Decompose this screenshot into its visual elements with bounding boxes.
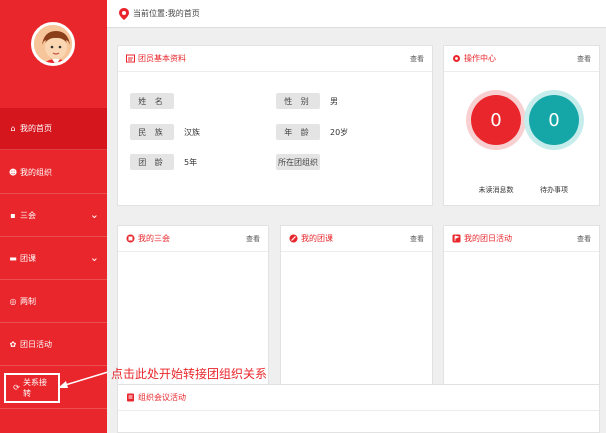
sidebar-item-league-class[interactable]: ▬ 团课 ⌄ bbox=[0, 238, 107, 280]
field-label: 所在团组织 bbox=[276, 154, 320, 170]
three-meetings-panel: 我的三会 查看 bbox=[117, 225, 269, 385]
annotation-arrow-icon bbox=[58, 371, 109, 388]
pencil-icon bbox=[289, 234, 298, 243]
sidebar-item-league-day[interactable]: ✿ 团日活动 bbox=[0, 324, 107, 366]
sidebar-item-label: 关系接转 bbox=[23, 377, 48, 398]
league-class-panel: 我的团课 查看 bbox=[280, 225, 433, 385]
panel-header: 我的团课 查看 bbox=[281, 226, 432, 252]
league-day-panel: 我的团日活动 查看 bbox=[443, 225, 600, 385]
home-icon: ⌂ bbox=[10, 124, 16, 133]
org-meeting-panel: 组织会议活动 bbox=[117, 384, 600, 433]
sidebar: ⌂ 我的首页 ☻ 我的组织 ▪ 三会 ⌄ ▬ 团课 ⌄ ◎ 两制 ✿ 团日活动 … bbox=[0, 0, 107, 433]
panel-title: 团员基本资料 bbox=[138, 54, 186, 63]
sidebar-item-three-meetings[interactable]: ▪ 三会 ⌄ bbox=[0, 195, 107, 237]
panel-header: 操作中心 查看 bbox=[444, 46, 599, 72]
panel-title: 我的三会 bbox=[138, 234, 170, 243]
avatar bbox=[31, 22, 75, 66]
panel-title: 我的团日活动 bbox=[464, 234, 512, 243]
breadcrumb-text: 当前位置:我的首页 bbox=[133, 9, 200, 18]
sidebar-item-label: 三会 bbox=[20, 211, 36, 220]
annotation-text: 点击此处开始转接团组织关系 bbox=[111, 367, 268, 381]
sidebar-item-organization[interactable]: ☻ 我的组织 bbox=[0, 152, 107, 194]
sidebar-item-label: 团日活动 bbox=[20, 340, 52, 349]
field-value: 5年 bbox=[184, 157, 198, 167]
people-icon: ☻ bbox=[8, 168, 18, 177]
target-icon: ◎ bbox=[9, 297, 17, 306]
sidebar-item-home[interactable]: ⌂ 我的首页 bbox=[0, 108, 107, 150]
transfer-highlight-box: ⟳ 关系接转 bbox=[4, 372, 60, 403]
folder-icon: ▬ bbox=[9, 254, 17, 263]
sidebar-item-label: 两制 bbox=[20, 297, 36, 306]
document-icon bbox=[127, 393, 134, 402]
field-label: 年 龄 bbox=[276, 124, 320, 140]
user-avatar-icon bbox=[34, 25, 72, 63]
profile-panel: 团员基本资料 查看 姓 名 性 别 男 民 族 汉族 年 龄 20岁 团 龄 5… bbox=[117, 45, 433, 206]
sidebar-item-label: 团课 bbox=[20, 254, 36, 263]
panel-title: 组织会议活动 bbox=[138, 393, 186, 402]
field-label: 团 龄 bbox=[130, 154, 174, 170]
sidebar-item-label: 我的首页 bbox=[20, 124, 52, 133]
breadcrumb: 当前位置:我的首页 bbox=[107, 0, 606, 28]
panel-title: 我的团课 bbox=[301, 234, 333, 243]
view-more-link[interactable]: 查看 bbox=[410, 54, 424, 64]
age-row: 年 龄 20岁 bbox=[276, 124, 348, 140]
panel-title: 操作中心 bbox=[464, 54, 496, 63]
sidebar-item-label: 我的组织 bbox=[20, 168, 52, 177]
transfer-icon: ⟳ bbox=[13, 383, 20, 392]
ethnicity-row: 民 族 汉族 bbox=[130, 124, 200, 140]
todo-label: 待办事项 bbox=[540, 186, 568, 194]
unread-count-circle[interactable]: 0 bbox=[471, 95, 521, 145]
field-value: 20岁 bbox=[330, 127, 349, 137]
field-label: 性 别 bbox=[276, 93, 320, 109]
operations-panel: 操作中心 查看 0 未读消息数 0 待办事项 bbox=[443, 45, 600, 206]
gear-icon bbox=[453, 55, 460, 62]
name-row: 姓 名 bbox=[130, 93, 184, 109]
sidebar-item-two-systems[interactable]: ◎ 两制 bbox=[0, 281, 107, 323]
view-more-link[interactable]: 查看 bbox=[577, 54, 591, 64]
league-age-row: 团 龄 5年 bbox=[130, 154, 197, 170]
todo-count-circle[interactable]: 0 bbox=[529, 95, 579, 145]
panel-header: 组织会议活动 bbox=[118, 385, 599, 411]
cup-icon bbox=[126, 234, 135, 243]
field-label: 民 族 bbox=[130, 124, 174, 140]
flower-icon: ✿ bbox=[9, 340, 17, 349]
field-value: 汉族 bbox=[184, 127, 200, 137]
organization-row: 所在团组织 bbox=[276, 154, 330, 170]
gender-row: 性 别 男 bbox=[276, 93, 338, 109]
view-more-link[interactable]: 查看 bbox=[410, 234, 424, 244]
chevron-down-icon: ⌄ bbox=[89, 208, 99, 221]
chevron-down-icon: ⌄ bbox=[89, 251, 99, 264]
location-pin-icon bbox=[119, 7, 129, 20]
view-more-link[interactable]: 查看 bbox=[246, 234, 260, 244]
panel-header: 团员基本资料 查看 bbox=[118, 46, 432, 72]
panel-header: 我的三会 查看 bbox=[118, 226, 268, 252]
field-label: 姓 名 bbox=[130, 93, 174, 109]
view-more-link[interactable]: 查看 bbox=[577, 234, 591, 244]
flag-icon bbox=[452, 234, 461, 243]
clipboard-icon: ▪ bbox=[10, 211, 16, 220]
id-card-icon bbox=[126, 54, 135, 63]
field-value: 男 bbox=[330, 96, 338, 106]
panel-header: 我的团日活动 查看 bbox=[444, 226, 599, 252]
